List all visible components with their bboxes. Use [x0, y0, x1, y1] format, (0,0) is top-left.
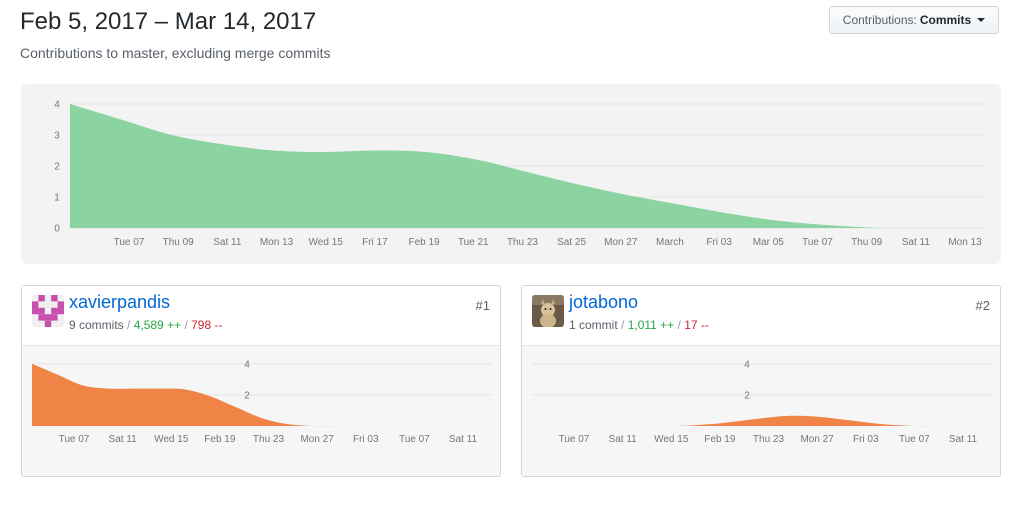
- x-tick-label: Tue 07: [399, 434, 430, 445]
- x-tick-label: Sat 11: [902, 237, 931, 248]
- contributor-chart-svg: 2 4 Tue 07 Sat 11 Wed 15 Feb 19 Thu 23 Mon 27 Fr…: [32, 359, 492, 445]
- additions-count: 1,011 ++: [627, 318, 675, 332]
- main-contributions-chart: 0 1 2 3 4 Tue 07 Thu 09 Sat 11 Mon 13 Wed 15 Fri 1…: [21, 84, 1001, 264]
- x-tick-label: Tue 07: [899, 434, 930, 445]
- y-tick-label: 4: [54, 100, 60, 111]
- x-tick-label: Sat 11: [213, 237, 242, 248]
- x-tick-label: Fri 03: [706, 237, 732, 248]
- x-tick-label: Thu 23: [753, 434, 785, 445]
- x-tick-label: Tue 07: [802, 237, 833, 248]
- x-tick-label: Thu 23: [507, 237, 539, 248]
- x-tick-label: Feb 19: [204, 434, 236, 445]
- x-tick-label: March: [656, 237, 684, 248]
- x-tick-label: Tue 21: [458, 237, 489, 248]
- y-tick-label: 4: [744, 359, 750, 370]
- commit-count[interactable]: 9 commits: [69, 318, 124, 332]
- identicon-icon[interactable]: [32, 295, 64, 327]
- x-tick-label: Mon 13: [948, 237, 982, 248]
- contributor-chart: 2 4 Tue 07 Sat 11 Wed 15 Feb 19 Thu 23 Mon 27 Fr…: [522, 346, 1000, 476]
- contributor-rank: #1: [475, 298, 490, 313]
- commit-count[interactable]: 1 commit: [569, 318, 618, 332]
- x-tick-label: Mon 13: [260, 237, 294, 248]
- x-tick-label: Mon 27: [604, 237, 638, 248]
- x-tick-label: Sat 11: [109, 434, 138, 445]
- contributor-chart: 2 4 Tue 07 Sat 11 Wed 15 Feb 19 Thu 23 Mon 27 Fr…: [22, 346, 500, 476]
- x-tick-label: Mon 27: [800, 434, 834, 445]
- page-subtitle: Contributions to master, excluding merge…: [20, 45, 331, 61]
- y-tick-label: 3: [54, 131, 60, 142]
- x-tick-label: Tue 07: [559, 434, 590, 445]
- x-tick-label: Thu 09: [163, 237, 195, 248]
- x-tick-label: Sat 11: [609, 434, 638, 445]
- deletions-count: 798 --: [191, 318, 223, 332]
- x-tick-label: Wed 15: [154, 434, 189, 445]
- x-tick-label: Fri 03: [853, 434, 879, 445]
- contributor-name-link[interactable]: xavierpandis: [69, 292, 170, 313]
- contributor-card-header: jotabono 1 commit / 1,011 ++ / 17 -- #2: [522, 286, 1000, 346]
- x-tick-label: Thu 09: [851, 237, 883, 248]
- contributor-rank: #2: [975, 298, 990, 313]
- x-tick-label: Wed 15: [654, 434, 689, 445]
- page-title: Feb 5, 2017 – Mar 14, 2017: [20, 8, 317, 35]
- contributor-card-1: xavierpandis 9 commits / 4,589 ++ / 798 …: [21, 285, 501, 477]
- x-tick-label: Sat 11: [949, 434, 978, 445]
- deletions-count: 17 --: [684, 318, 709, 332]
- chevron-down-icon: [977, 18, 986, 22]
- dropdown-value: Commits: [919, 13, 972, 27]
- y-tick-label: 1: [54, 193, 60, 204]
- contributor-stats: 9 commits / 4,589 ++ / 798 --: [69, 318, 223, 332]
- main-chart-svg: 0 1 2 3 4 Tue 07 Thu 09 Sat 11 Mon 13 Wed 15 Fri 1…: [54, 100, 986, 248]
- dropdown-prefix: Contributions:: [842, 13, 917, 27]
- y-tick-label: 0: [54, 224, 60, 235]
- y-tick-label: 2: [744, 390, 750, 401]
- photo-avatar-icon[interactable]: [532, 295, 564, 327]
- y-tick-label: 2: [54, 162, 60, 173]
- x-tick-label: Fri 17: [362, 237, 388, 248]
- x-tick-label: Fri 03: [353, 434, 379, 445]
- contributor-card-2: jotabono 1 commit / 1,011 ++ / 17 -- #2 …: [521, 285, 1001, 477]
- x-tick-label: Thu 23: [253, 434, 285, 445]
- x-tick-label: Sat 25: [557, 237, 586, 248]
- y-tick-label: 4: [244, 359, 250, 370]
- x-tick-label: Tue 07: [59, 434, 90, 445]
- x-tick-label: Mar 05: [753, 237, 785, 248]
- additions-count: 4,589 ++: [133, 318, 182, 332]
- contributor-name-link[interactable]: jotabono: [569, 292, 638, 313]
- x-tick-label: Wed 15: [309, 237, 344, 248]
- x-tick-label: Sat 11: [449, 434, 478, 445]
- contributor-chart-svg: 2 4 Tue 07 Sat 11 Wed 15 Feb 19 Thu 23 Mon 27 Fr…: [532, 359, 992, 445]
- y-tick-label: 2: [244, 390, 250, 401]
- x-tick-label: Tue 07: [114, 237, 145, 248]
- contributions-dropdown[interactable]: Contributions: Commits: [829, 6, 999, 34]
- contributor-card-header: xavierpandis 9 commits / 4,589 ++ / 798 …: [22, 286, 500, 346]
- x-tick-label: Mon 27: [300, 434, 334, 445]
- x-tick-label: Feb 19: [704, 434, 736, 445]
- series-area: [532, 415, 992, 427]
- contributor-stats: 1 commit / 1,011 ++ / 17 --: [569, 318, 709, 332]
- x-tick-label: Feb 19: [408, 237, 440, 248]
